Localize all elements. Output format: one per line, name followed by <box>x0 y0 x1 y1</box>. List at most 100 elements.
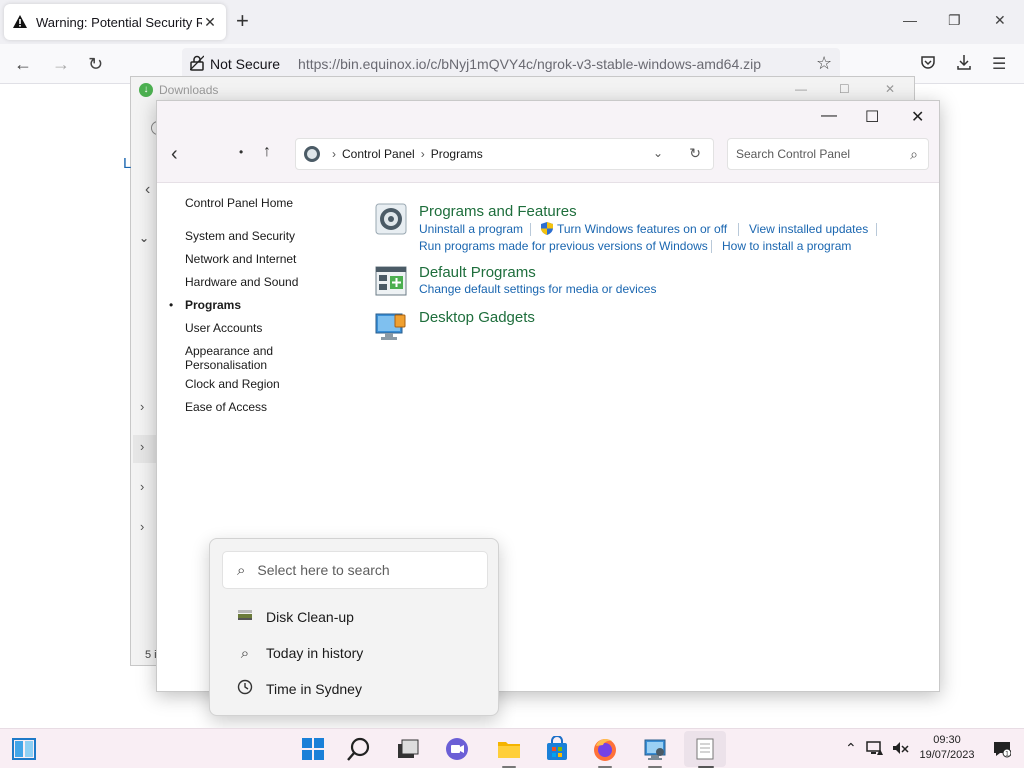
browser-close-button[interactable]: ✕ <box>994 12 1006 29</box>
start-button-icon[interactable] <box>300 736 326 762</box>
view-installed-updates-link[interactable]: View installed updates <box>749 222 868 236</box>
notepad-document-icon[interactable] <box>692 736 718 762</box>
address-bar[interactable]: › Control Panel › Programs ⌄ ↻ <box>295 138 714 170</box>
microsoft-store-icon[interactable] <box>544 736 570 762</box>
search-icon: ⌕ <box>240 644 250 662</box>
menu-icon[interactable]: ☰ <box>992 54 1006 74</box>
cp-recent-dot-icon[interactable]: • <box>239 145 243 159</box>
cp-up-arrow-icon[interactable]: ↑ <box>263 143 271 161</box>
windows-features-label: Turn Windows features on or off <box>557 222 728 236</box>
network-icon[interactable] <box>866 740 884 756</box>
downloads-minimize-button[interactable]: — <box>795 82 807 96</box>
control-panel-taskbar-icon[interactable] <box>642 736 668 762</box>
flyout-item-disk-cleanup[interactable]: Disk Clean-up <box>236 605 354 629</box>
tab-close-icon[interactable]: ✕ <box>202 14 218 31</box>
downloads-chevron-right-icon[interactable]: › <box>140 479 144 494</box>
insecure-lock-icon[interactable] <box>189 55 205 74</box>
downloads-chevron-right-icon[interactable]: › <box>133 435 157 463</box>
nav-system-security[interactable]: System and Security <box>185 229 295 243</box>
teams-chat-icon[interactable] <box>444 736 470 762</box>
search-icon: ⌕ <box>237 561 246 579</box>
widgets-icon[interactable] <box>11 736 37 762</box>
volume-muted-icon[interactable] <box>892 740 910 756</box>
browser-minimize-button[interactable]: — <box>903 12 917 28</box>
notification-icon[interactable]: 1 <box>993 740 1011 758</box>
control-panel-icon <box>304 146 320 162</box>
uninstall-program-link[interactable]: Uninstall a program <box>419 222 523 236</box>
chevron-up-icon[interactable]: ⌃ <box>845 740 857 757</box>
file-explorer-icon[interactable] <box>496 736 522 762</box>
downloads-icon[interactable] <box>956 54 972 75</box>
browser-maximize-button[interactable]: ❐ <box>948 12 961 29</box>
task-view-icon[interactable] <box>394 736 420 762</box>
cp-minimize-button[interactable]: — <box>821 107 837 125</box>
firefox-icon[interactable] <box>592 736 618 762</box>
nav-appearance[interactable]: Appearance and <box>185 344 273 358</box>
url-text[interactable]: https://bin.equinox.io/c/bNyj1mQVY4c/ngr… <box>298 56 761 72</box>
desktop-gadgets-title[interactable]: Desktop Gadgets <box>419 309 535 326</box>
nav-ease-of-access[interactable]: Ease of Access <box>185 400 267 414</box>
link-divider <box>876 223 877 236</box>
breadcrumb-control-panel[interactable]: Control Panel <box>342 147 415 161</box>
cp-close-button[interactable]: ✕ <box>911 107 924 127</box>
clock-icon <box>236 679 254 699</box>
not-secure-label: Not Secure <box>210 56 281 72</box>
how-to-install-link[interactable]: How to install a program <box>722 239 851 253</box>
downloads-side-letter: L <box>123 155 132 172</box>
flyout-item-label: Disk Clean-up <box>266 609 354 625</box>
uac-shield-icon <box>541 222 553 235</box>
flyout-item-label: Time in Sydney <box>266 681 362 697</box>
link-divider <box>530 223 531 236</box>
control-panel-search[interactable]: Search Control Panel ⌕ <box>727 138 929 170</box>
browser-tabstrip: Warning: Potential Security Risk ✕ + — ❐… <box>0 0 1024 44</box>
clock-date: 19/07/2023 <box>919 749 975 761</box>
downloads-chevron-down-icon[interactable]: ⌄ <box>139 231 149 245</box>
browser-tab[interactable]: Warning: Potential Security Risk ✕ <box>4 4 226 40</box>
pocket-icon[interactable] <box>920 54 936 75</box>
breadcrumb-separator-icon[interactable]: › <box>332 147 336 161</box>
cp-maximize-button[interactable]: ☐ <box>865 107 879 127</box>
download-icon: ↓ <box>139 83 153 97</box>
flyout-item-time-in-sydney[interactable]: Time in Sydney <box>236 677 362 701</box>
svg-text:1: 1 <box>1005 751 1009 758</box>
programs-features-title[interactable]: Programs and Features <box>419 203 577 220</box>
cp-back-icon[interactable]: ‹ <box>171 143 178 166</box>
search-taskbar-icon[interactable] <box>346 736 372 762</box>
new-tab-button[interactable]: + <box>236 10 249 32</box>
breadcrumb-programs[interactable]: Programs <box>431 147 483 161</box>
bookmark-star-icon[interactable]: ☆ <box>816 53 832 74</box>
reload-icon[interactable]: ↻ <box>88 54 103 74</box>
nav-personalisation[interactable]: Personalisation <box>185 358 267 372</box>
downloads-maximize-button[interactable]: ☐ <box>839 82 850 96</box>
nav-programs[interactable]: Programs <box>185 298 241 312</box>
address-dropdown-icon[interactable]: ⌄ <box>653 146 663 160</box>
forward-arrow-icon[interactable]: → <box>52 54 70 74</box>
desktop-gadgets-icon[interactable] <box>375 311 407 343</box>
default-programs-title[interactable]: Default Programs <box>419 264 536 281</box>
breadcrumb-separator-icon[interactable]: › <box>421 147 425 161</box>
refresh-icon[interactable]: ↻ <box>689 145 701 162</box>
flyout-item-today-in-history[interactable]: ⌕ Today in history <box>236 641 363 665</box>
nav-network-internet[interactable]: Network and Internet <box>185 252 296 266</box>
flyout-search-input[interactable]: ⌕ Select here to search <box>222 551 488 589</box>
downloads-chevron-right-icon[interactable]: › <box>140 399 144 414</box>
default-programs-icon[interactable] <box>375 265 407 297</box>
change-defaults-link[interactable]: Change default settings for media or dev… <box>419 282 656 296</box>
downloads-chevron-right-icon[interactable]: › <box>140 519 144 534</box>
windows-features-link[interactable]: Turn Windows features on or off <box>541 222 727 236</box>
nav-control-panel-home[interactable]: Control Panel Home <box>185 196 293 210</box>
downloads-back-icon[interactable]: ‹ <box>145 181 150 199</box>
compatibility-link[interactable]: Run programs made for previous versions … <box>419 239 708 253</box>
nav-hardware-sound[interactable]: Hardware and Sound <box>185 275 298 289</box>
back-arrow-icon[interactable]: ← <box>14 54 32 74</box>
search-icon[interactable]: ⌕ <box>910 146 918 163</box>
flyout-item-label: Today in history <box>266 645 364 661</box>
downloads-close-button[interactable]: ✕ <box>885 82 895 96</box>
link-divider <box>711 240 712 253</box>
taskbar-clock[interactable]: 09:30 19/07/2023 <box>912 733 982 763</box>
nav-user-accounts[interactable]: User Accounts <box>185 321 262 335</box>
disk-cleanup-icon <box>236 608 254 626</box>
programs-features-icon[interactable] <box>375 203 407 235</box>
downloads-title: Downloads <box>159 83 219 97</box>
nav-clock-region[interactable]: Clock and Region <box>185 377 280 391</box>
